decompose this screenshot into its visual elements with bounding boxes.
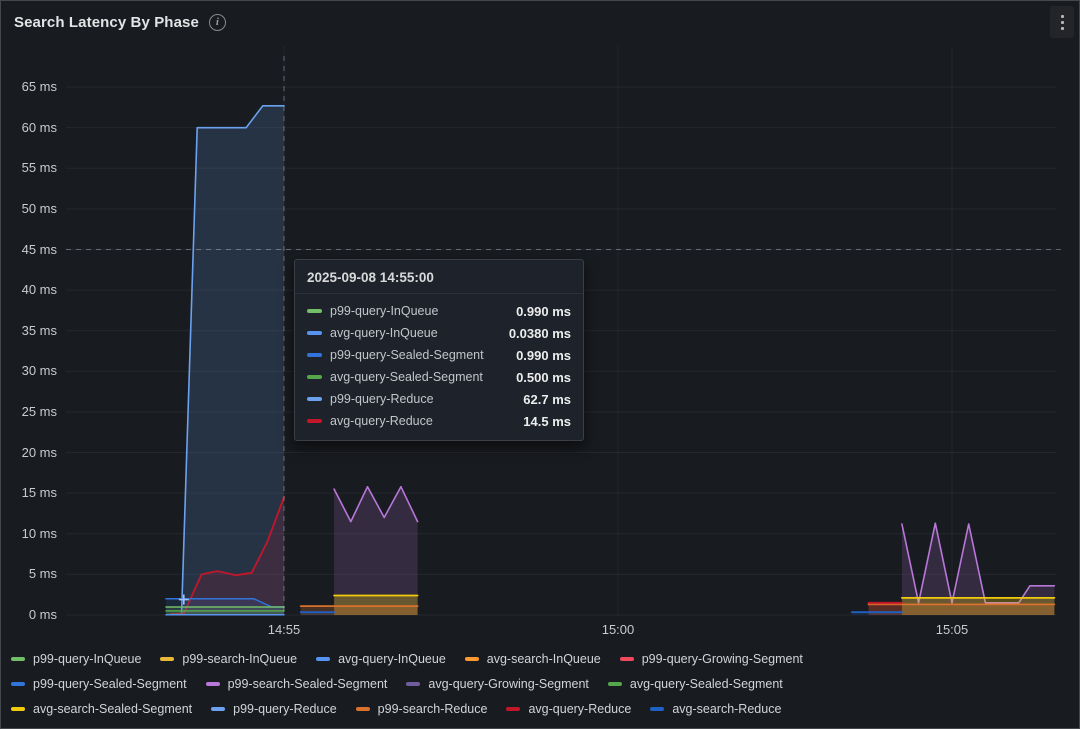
grafana-panel: Search Latency By Phase i 0 ms5 ms10 ms1… (0, 0, 1080, 729)
legend-item-avg-search-Reduce[interactable]: avg-search-Reduce (650, 702, 781, 716)
series-color-swatch (620, 657, 634, 661)
series-color-swatch (650, 707, 664, 711)
tooltip-series-label: avg-query-Reduce (330, 414, 433, 428)
legend-item-p99-search-Sealed-Segment[interactable]: p99-search-Sealed-Segment (206, 677, 388, 691)
chart-tooltip: 2025-09-08 14:55:00 p99-query-InQueue 0.9… (294, 259, 584, 441)
y-axis-tick-label: 40 ms (7, 282, 57, 298)
series-color-swatch (211, 707, 225, 711)
tooltip-series-label: avg-query-Sealed-Segment (330, 370, 483, 384)
tooltip-series-value: 0.500 ms (516, 370, 571, 385)
y-axis-tick-label: 55 ms (7, 160, 57, 176)
legend-item-p99-search-Reduce[interactable]: p99-search-Reduce (356, 702, 488, 716)
legend-item-label: avg-query-Sealed-Segment (630, 677, 783, 691)
legend-item-label: avg-query-Growing-Segment (428, 677, 589, 691)
legend-item-p99-query-InQueue[interactable]: p99-query-InQueue (11, 652, 141, 666)
chart-legend: p99-query-InQueue p99-search-InQueue avg-q… (11, 646, 822, 721)
series-color-swatch (307, 375, 322, 379)
series-color-swatch (11, 682, 25, 686)
legend-item-avg-query-Growing-Segment[interactable]: avg-query-Growing-Segment (406, 677, 589, 691)
tooltip-row: avg-query-Sealed-Segment 0.500 ms (295, 366, 583, 388)
tooltip-series-label: p99-query-Sealed-Segment (330, 348, 484, 362)
y-axis-tick-label: 25 ms (7, 404, 57, 420)
tooltip-series-value: 0.0380 ms (509, 326, 571, 341)
series-color-swatch (307, 353, 322, 357)
legend-item-label: p99-search-Sealed-Segment (228, 677, 388, 691)
legend-item-p99-query-Growing-Segment[interactable]: p99-query-Growing-Segment (620, 652, 803, 666)
legend-item-label: p99-search-InQueue (182, 652, 297, 666)
legend-item-avg-query-Sealed-Segment[interactable]: avg-query-Sealed-Segment (608, 677, 783, 691)
x-axis-tick-label: 14:55 (254, 622, 314, 637)
series-color-swatch (608, 682, 622, 686)
legend-item-avg-search-Sealed-Segment[interactable]: avg-search-Sealed-Segment (11, 702, 192, 716)
tooltip-series-label: p99-query-InQueue (330, 304, 438, 318)
tooltip-series-value: 0.990 ms (516, 348, 571, 363)
series-color-swatch (307, 397, 322, 401)
y-axis-tick-label: 35 ms (7, 323, 57, 339)
legend-item-avg-query-Reduce[interactable]: avg-query-Reduce (506, 702, 631, 716)
y-axis-tick-label: 20 ms (7, 445, 57, 461)
series-color-swatch (465, 657, 479, 661)
tooltip-timestamp: 2025-09-08 14:55:00 (295, 260, 583, 294)
series-color-swatch (506, 707, 520, 711)
legend-item-label: p99-query-Growing-Segment (642, 652, 803, 666)
series-color-swatch (316, 657, 330, 661)
series-color-swatch (11, 657, 25, 661)
tooltip-series-value: 14.5 ms (523, 414, 571, 429)
y-axis-tick-label: 65 ms (7, 79, 57, 95)
x-axis-tick-label: 15:00 (588, 622, 648, 637)
tooltip-row: avg-query-Reduce 14.5 ms (295, 410, 583, 432)
tooltip-series-value: 62.7 ms (523, 392, 571, 407)
legend-item-label: p99-query-Sealed-Segment (33, 677, 187, 691)
legend-row: p99-query-InQueue p99-search-InQueue avg-q… (11, 646, 822, 671)
legend-item-p99-query-Reduce[interactable]: p99-query-Reduce (211, 702, 337, 716)
tooltip-series-value: 0.990 ms (516, 304, 571, 319)
legend-item-label: avg-search-InQueue (487, 652, 601, 666)
series-color-swatch (307, 419, 322, 423)
legend-item-label: p99-search-Reduce (378, 702, 488, 716)
x-axis-tick-label: 15:05 (922, 622, 982, 637)
series-color-swatch (160, 657, 174, 661)
tooltip-row: p99-query-Reduce 62.7 ms (295, 388, 583, 410)
y-axis-tick-label: 60 ms (7, 120, 57, 136)
series-color-swatch (307, 331, 322, 335)
tooltip-row: avg-query-InQueue 0.0380 ms (295, 322, 583, 344)
y-axis-tick-label: 45 ms (7, 242, 57, 258)
y-axis-tick-label: 5 ms (7, 566, 57, 582)
legend-item-label: avg-query-InQueue (338, 652, 446, 666)
legend-item-label: p99-query-InQueue (33, 652, 141, 666)
series-color-swatch (406, 682, 420, 686)
y-axis-tick-label: 0 ms (7, 607, 57, 623)
tooltip-series-label: p99-query-Reduce (330, 392, 434, 406)
tooltip-row: p99-query-InQueue 0.990 ms (295, 300, 583, 322)
legend-item-avg-query-InQueue[interactable]: avg-query-InQueue (316, 652, 446, 666)
y-axis-tick-label: 50 ms (7, 201, 57, 217)
legend-row: avg-search-Sealed-Segment p99-query-Reduc… (11, 696, 822, 721)
series-color-swatch (356, 707, 370, 711)
y-axis-tick-label: 15 ms (7, 485, 57, 501)
series-color-swatch (206, 682, 220, 686)
y-axis-tick-label: 30 ms (7, 363, 57, 379)
legend-row: p99-query-Sealed-Segment p99-search-Seale… (11, 671, 822, 696)
tooltip-row: p99-query-Sealed-Segment 0.990 ms (295, 344, 583, 366)
legend-item-label: avg-query-Reduce (528, 702, 631, 716)
legend-item-label: avg-search-Reduce (672, 702, 781, 716)
legend-item-p99-query-Sealed-Segment[interactable]: p99-query-Sealed-Segment (11, 677, 187, 691)
tooltip-series-label: avg-query-InQueue (330, 326, 438, 340)
legend-item-avg-search-InQueue[interactable]: avg-search-InQueue (465, 652, 601, 666)
series-color-swatch (307, 309, 322, 313)
tooltip-body: p99-query-InQueue 0.990 ms avg-query-InQue… (295, 294, 583, 440)
y-axis-tick-label: 10 ms (7, 526, 57, 542)
legend-item-p99-search-InQueue[interactable]: p99-search-InQueue (160, 652, 297, 666)
legend-item-label: p99-query-Reduce (233, 702, 337, 716)
legend-item-label: avg-search-Sealed-Segment (33, 702, 192, 716)
series-color-swatch (11, 707, 25, 711)
